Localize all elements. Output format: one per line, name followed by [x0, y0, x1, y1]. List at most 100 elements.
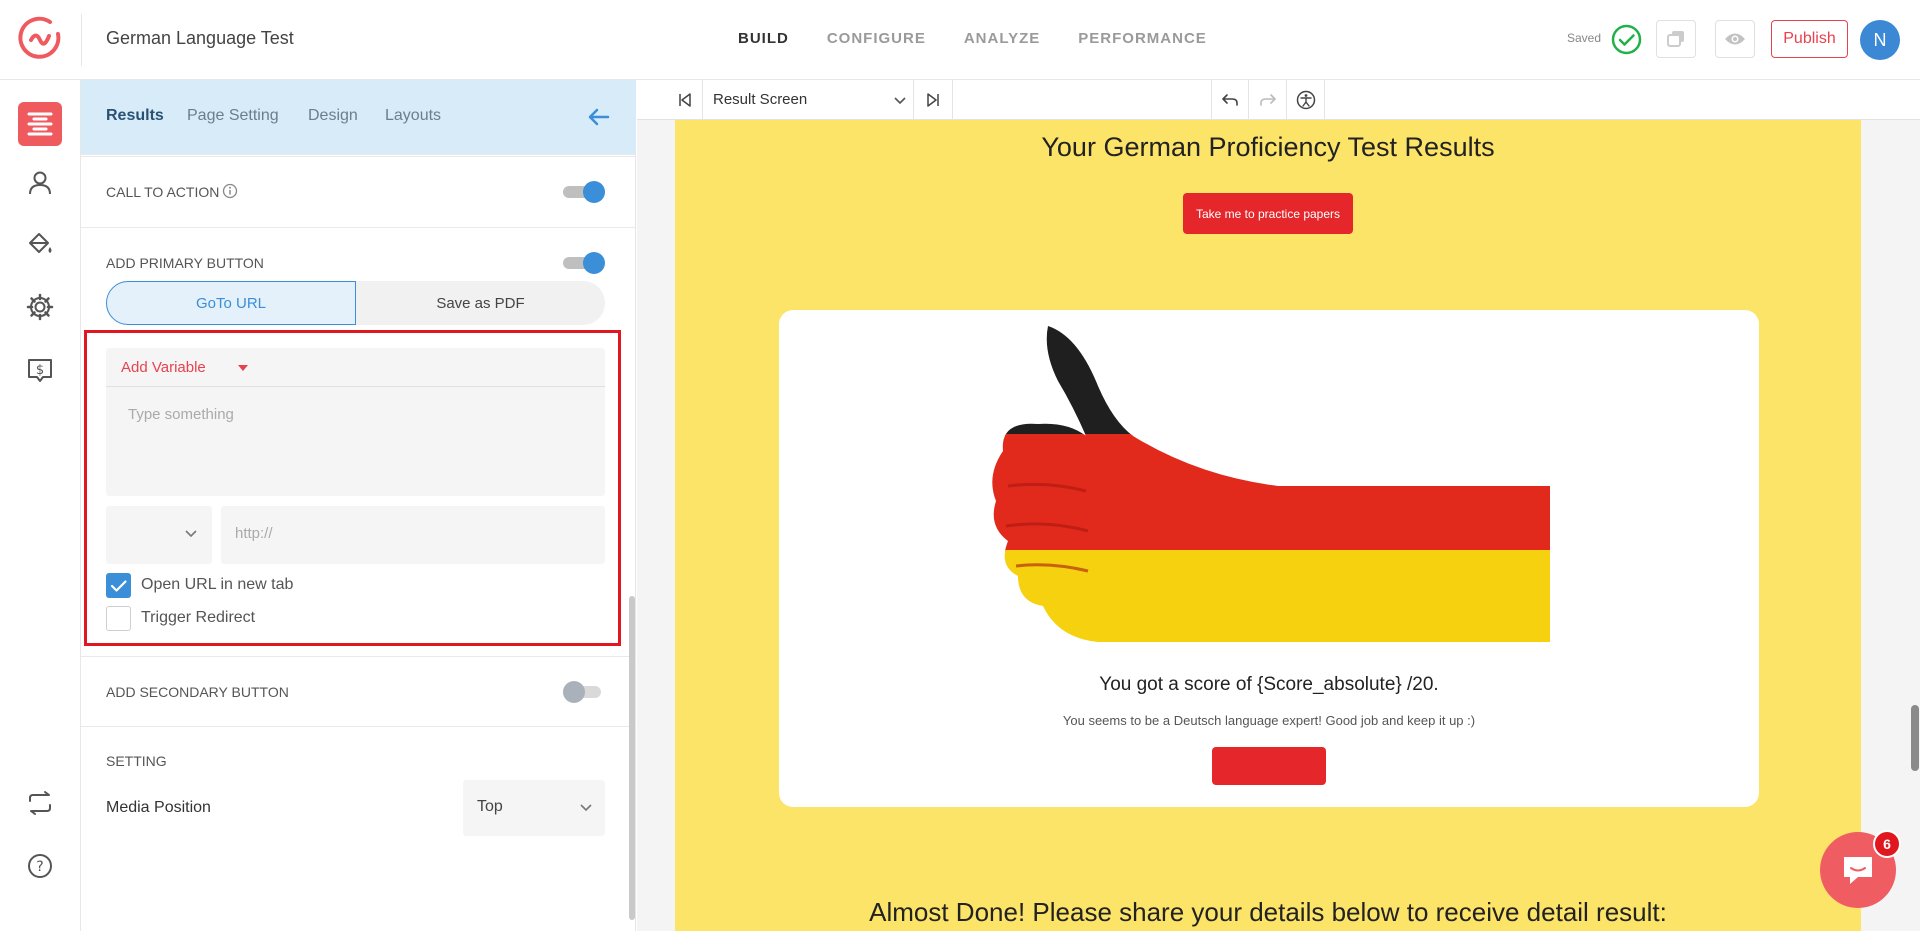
- left-rail: $ ?: [0, 80, 81, 931]
- redo-button[interactable]: [1249, 80, 1287, 120]
- trigger-redirect-checkbox[interactable]: [106, 606, 131, 631]
- toggle-knob: [583, 252, 605, 274]
- call-to-action-label: CALL TO ACTION: [106, 184, 220, 200]
- undo-button[interactable]: [1211, 80, 1249, 120]
- score-text[interactable]: You got a score of {Score_absolute} /20.: [779, 674, 1759, 696]
- result-description[interactable]: You seems to be a Deutsch language exper…: [779, 713, 1759, 728]
- gear-icon: [26, 293, 54, 321]
- url-input[interactable]: http://: [221, 506, 605, 564]
- secondary-button-label: ADD SECONDARY BUTTON: [106, 684, 289, 700]
- practice-papers-button[interactable]: Take me to practice papers: [1183, 193, 1353, 234]
- divider: [81, 227, 636, 228]
- rail-builder[interactable]: [18, 102, 62, 146]
- nav-tab-build[interactable]: BUILD: [738, 30, 789, 47]
- open-new-tab-checkbox[interactable]: [106, 573, 131, 598]
- panel-scrollbar[interactable]: [629, 596, 635, 920]
- media-position-value: Top: [477, 798, 503, 815]
- header-divider: [81, 14, 82, 66]
- tab-layouts[interactable]: Layouts: [385, 107, 441, 125]
- help-icon: ?: [28, 854, 52, 878]
- save-as-pdf-option[interactable]: Save as PDF: [356, 281, 605, 325]
- check-circle-icon: [1611, 24, 1642, 55]
- button-text-editor: Add Variable Type something: [106, 348, 605, 496]
- avatar[interactable]: N: [1860, 20, 1900, 60]
- chat-icon: [1844, 857, 1872, 884]
- editor-toolbar: Add Variable: [106, 348, 605, 387]
- publish-button[interactable]: Publish: [1771, 20, 1848, 58]
- redo-icon: [1259, 94, 1276, 106]
- chat-badge: 6: [1873, 830, 1901, 858]
- divider: [81, 156, 636, 157]
- accessibility-button[interactable]: [1287, 80, 1325, 120]
- rail-help[interactable]: ?: [18, 844, 62, 888]
- lead-form-heading[interactable]: Almost Done! Please share your details b…: [675, 897, 1861, 928]
- nav-tab-analyze[interactable]: ANALYZE: [964, 30, 1040, 47]
- rail-settings[interactable]: [18, 285, 62, 329]
- chevron-down-icon[interactable]: [894, 96, 906, 105]
- primary-button-toggle[interactable]: [563, 251, 607, 274]
- chevron-down-icon: [580, 804, 592, 812]
- nav-tab-performance[interactable]: PERFORMANCE: [1078, 30, 1207, 47]
- result-title[interactable]: Your German Proficiency Test Results: [675, 132, 1861, 163]
- duplicate-button[interactable]: [1656, 20, 1696, 58]
- primary-cta-button[interactable]: [1212, 747, 1326, 785]
- tab-results[interactable]: Results: [106, 107, 164, 125]
- divider: [81, 154, 636, 155]
- call-to-action-toggle[interactable]: [563, 180, 607, 203]
- saved-status: Saved: [1567, 31, 1602, 45]
- setting-label: SETTING: [106, 753, 167, 769]
- media-position-select[interactable]: Top: [463, 780, 605, 836]
- paint-bucket-icon: [29, 233, 52, 253]
- primary-button-label: ADD PRIMARY BUTTON: [106, 255, 264, 271]
- secondary-button-toggle[interactable]: [563, 680, 607, 703]
- trigger-redirect-label: Trigger Redirect: [141, 609, 256, 626]
- main-nav: BUILD CONFIGURE ANALYZE PERFORMANCE: [738, 30, 1207, 47]
- goto-url-option[interactable]: GoTo URL: [106, 281, 356, 325]
- svg-text:$: $: [36, 363, 44, 378]
- add-variable-dropdown[interactable]: Add Variable: [121, 359, 206, 376]
- result-screen-canvas: Your German Proficiency Test Results Tak…: [675, 120, 1861, 931]
- skip-back-icon: [678, 93, 691, 107]
- eye-icon: [1725, 33, 1745, 45]
- app-logo-icon[interactable]: [18, 16, 64, 62]
- protocol-select[interactable]: [106, 506, 212, 564]
- german-flag-thumbs-up-image[interactable]: [988, 326, 1550, 642]
- sync-icon: [29, 791, 51, 815]
- svg-text:?: ?: [36, 859, 43, 875]
- rail-pricing[interactable]: $: [18, 349, 62, 393]
- arrow-left-icon[interactable]: [586, 104, 612, 130]
- rail-design[interactable]: [18, 223, 62, 267]
- button-text-input[interactable]: Type something: [128, 406, 234, 423]
- undo-icon: [1222, 94, 1238, 106]
- builder-icon: [27, 112, 53, 136]
- divider: [81, 726, 636, 727]
- preview-button[interactable]: [1715, 20, 1755, 58]
- first-screen-button[interactable]: [667, 80, 703, 120]
- rail-users[interactable]: [18, 161, 62, 205]
- screen-select[interactable]: Result Screen: [713, 91, 807, 108]
- button-action-segmented: GoTo URL Save as PDF: [106, 281, 605, 325]
- preview-scrollbar[interactable]: [1911, 705, 1919, 771]
- skip-forward-icon: [927, 93, 939, 107]
- copy-icon: [1667, 31, 1684, 47]
- accessibility-icon: [1296, 90, 1315, 110]
- preview-area: Result Screen Your German Proficiency Te…: [637, 80, 1920, 931]
- rail-sync[interactable]: [18, 781, 62, 825]
- toggle-knob: [583, 181, 605, 203]
- tab-design[interactable]: Design: [308, 107, 358, 125]
- quiz-title[interactable]: German Language Test: [106, 28, 294, 49]
- check-icon: [110, 580, 127, 592]
- caret-down-icon[interactable]: [238, 365, 248, 371]
- preview-toolbar: Result Screen: [637, 80, 1920, 120]
- pricing-icon: $: [28, 359, 52, 382]
- open-new-tab-label: Open URL in new tab: [141, 576, 294, 593]
- panel-tabs: Results Page Setting Design Layouts: [81, 80, 636, 154]
- last-screen-button[interactable]: [913, 80, 953, 120]
- toggle-knob: [563, 681, 585, 703]
- media-position-label: Media Position: [106, 799, 211, 816]
- divider: [81, 656, 636, 657]
- result-card: You got a score of {Score_absolute} /20.…: [779, 310, 1759, 807]
- nav-tab-configure[interactable]: CONFIGURE: [827, 30, 926, 47]
- info-icon[interactable]: [222, 183, 238, 199]
- tab-page-setting[interactable]: Page Setting: [187, 107, 279, 125]
